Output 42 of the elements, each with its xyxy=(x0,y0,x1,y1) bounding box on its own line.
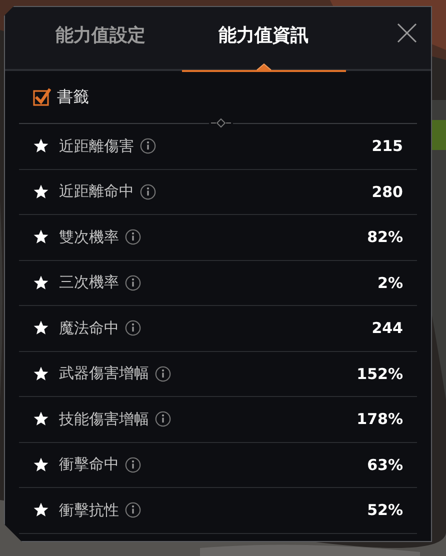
star-icon xyxy=(33,502,49,518)
stat-value: 82% xyxy=(367,228,403,246)
stat-value: 2% xyxy=(378,274,403,292)
stat-name: 武器傷害增幅 xyxy=(59,364,149,384)
star-icon xyxy=(33,138,49,154)
info-icon[interactable] xyxy=(125,274,141,291)
stat-value: 63% xyxy=(367,456,403,474)
close-icon[interactable] xyxy=(397,23,417,43)
star-icon xyxy=(33,456,49,473)
star-icon xyxy=(33,229,49,246)
stat-name: 三次機率 xyxy=(59,273,119,292)
info-icon[interactable] xyxy=(125,456,141,473)
info-icon[interactable] xyxy=(140,184,156,200)
info-icon[interactable] xyxy=(125,502,141,518)
info-icon[interactable] xyxy=(125,320,141,336)
active-tab-underline-icon xyxy=(182,62,346,72)
info-icon[interactable] xyxy=(155,411,171,428)
star-icon xyxy=(33,320,49,336)
stat-name: 近距離傷害 xyxy=(59,136,134,156)
checkbox[interactable] xyxy=(33,88,51,106)
info-icon[interactable] xyxy=(125,229,141,246)
tab[interactable]: 能力值資訊 xyxy=(182,9,345,69)
stat-name: 衝擊抗性 xyxy=(59,500,119,520)
checkbox-label: 書籤 xyxy=(57,86,89,108)
star-icon xyxy=(33,411,49,428)
tab[interactable]: 能力值設定 xyxy=(19,9,182,69)
info-icon[interactable] xyxy=(140,138,156,154)
stat-name: 近距離命中 xyxy=(59,182,134,202)
stat-value: 280 xyxy=(372,182,403,201)
stat-value: 244 xyxy=(372,319,403,338)
star-icon xyxy=(33,184,49,200)
stat-name: 魔法命中 xyxy=(59,318,119,338)
stat-name: 技能傷害增幅 xyxy=(59,410,149,429)
star-icon xyxy=(33,274,49,291)
stat-name: 雙次機率 xyxy=(59,228,119,247)
stat-value: 152% xyxy=(356,364,403,383)
star-icon xyxy=(33,366,49,382)
info-icon[interactable] xyxy=(155,366,171,382)
stat-value: 215 xyxy=(372,137,403,156)
stat-name: 衝擊命中 xyxy=(59,455,119,474)
stat-value: 52% xyxy=(367,501,403,520)
stat-value: 178% xyxy=(356,410,403,428)
